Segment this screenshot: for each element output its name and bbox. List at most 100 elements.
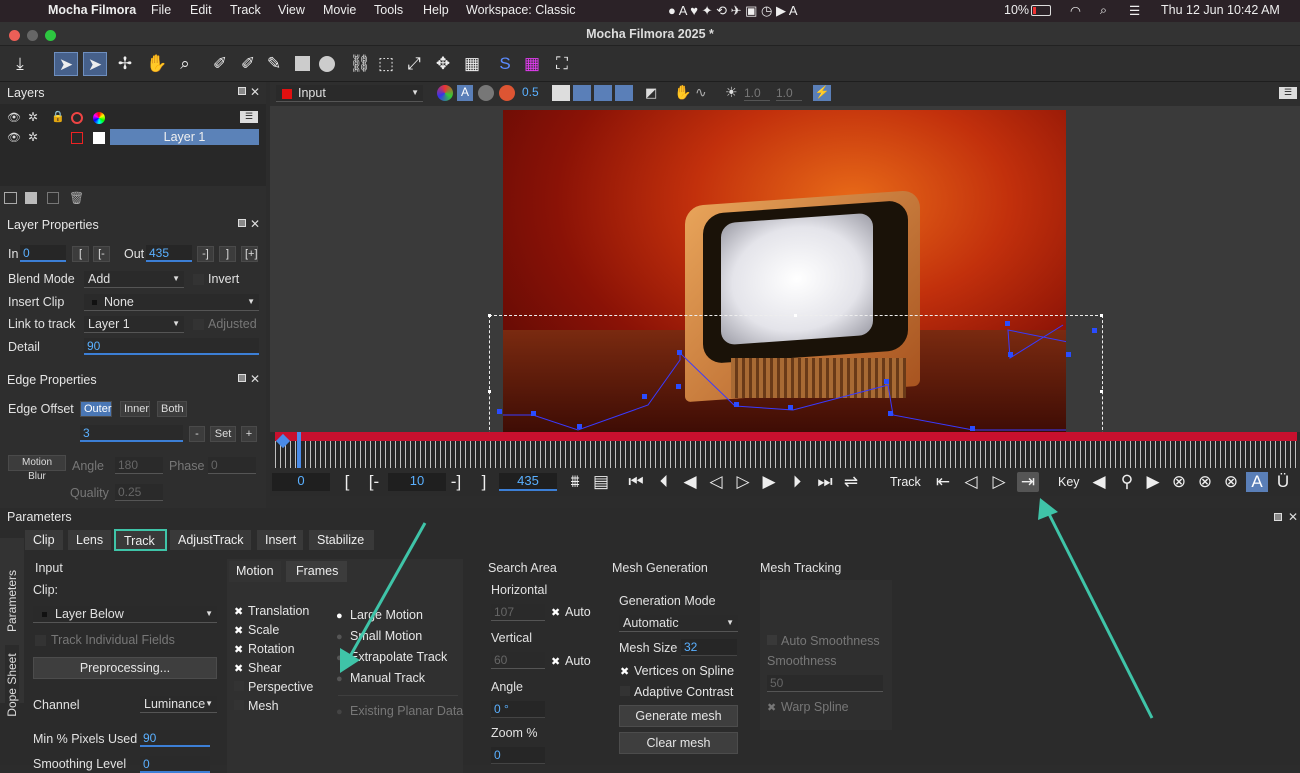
- export-icon[interactable]: ⤓: [8, 52, 32, 76]
- menu-file[interactable]: File: [151, 3, 171, 17]
- stabilize-icon[interactable]: ∿: [695, 84, 707, 101]
- playhead[interactable]: [297, 432, 301, 468]
- wifi-icon[interactable]: ◠: [1070, 3, 1081, 18]
- overlay-icon[interactable]: [478, 85, 494, 101]
- side-tab-parameters[interactable]: Parameters: [5, 561, 19, 641]
- select-points-tool-icon[interactable]: ➤: [83, 52, 107, 76]
- prev-key-button[interactable]: ◀: [1088, 472, 1110, 492]
- float-icon[interactable]: [238, 87, 246, 95]
- rotation-checkbox[interactable]: ✖ Rotation: [234, 642, 295, 656]
- range-button[interactable]: [+]: [241, 246, 258, 262]
- bezier-tool-icon[interactable]: ✐: [236, 52, 260, 76]
- track-fields-checkbox[interactable]: [35, 635, 46, 646]
- alpha-icon[interactable]: A: [457, 85, 473, 101]
- close-icon[interactable]: ✕: [250, 372, 260, 386]
- gamma-field[interactable]: 1.0: [776, 86, 802, 101]
- eye-icon[interactable]: 👁: [7, 131, 21, 144]
- mesh-checkbox[interactable]: Mesh: [234, 699, 279, 713]
- insert-clip-select[interactable]: None: [84, 294, 259, 311]
- menu-edit[interactable]: Edit: [190, 3, 212, 17]
- edge-offset-field[interactable]: 3: [80, 425, 183, 442]
- circle-tool-icon[interactable]: [315, 52, 339, 76]
- min-pixels-field[interactable]: 90: [140, 730, 210, 747]
- menu-view[interactable]: View: [278, 3, 305, 17]
- grid-overlay-icon[interactable]: ▦: [520, 52, 544, 76]
- gear-icon[interactable]: ✲: [28, 110, 38, 124]
- vertical-field[interactable]: 60: [491, 652, 545, 669]
- pen-tool-icon[interactable]: ✎: [262, 52, 286, 76]
- track-backwards-button[interactable]: ⇤: [932, 472, 954, 492]
- gear-icon[interactable]: ✲: [28, 130, 38, 144]
- adjusted-checkbox[interactable]: [193, 319, 204, 330]
- menu-tools[interactable]: Tools: [374, 3, 403, 17]
- set-in-point-button[interactable]: [: [336, 472, 358, 492]
- set-in-button[interactable]: [: [72, 246, 89, 262]
- small-motion-radio[interactable]: ● Small Motion: [336, 629, 422, 643]
- horizontal-auto-checkbox[interactable]: ✖ Auto: [551, 605, 591, 619]
- viewer-canvas[interactable]: [270, 106, 1300, 432]
- layers-menu-icon[interactable]: ☰: [240, 111, 258, 123]
- float-icon[interactable]: [238, 219, 246, 227]
- large-motion-radio[interactable]: ● Large Motion: [336, 608, 423, 622]
- tab-lens[interactable]: Lens: [67, 529, 112, 551]
- prev-keyframe-button[interactable]: ⏴: [653, 472, 675, 492]
- preprocessing-button[interactable]: Preprocessing...: [33, 657, 217, 679]
- tab-frames[interactable]: Frames: [286, 561, 347, 582]
- menu-movie[interactable]: Movie: [323, 3, 356, 17]
- adaptive-contrast-checkbox[interactable]: Adaptive Contrast: [620, 685, 733, 699]
- tab-stabilize[interactable]: Stabilize: [308, 529, 375, 551]
- search-icon[interactable]: ⌕: [1100, 3, 1107, 18]
- in-field[interactable]: 0: [20, 245, 66, 262]
- generate-mesh-button[interactable]: Generate mesh: [619, 705, 738, 727]
- select-tool-icon[interactable]: ➤: [54, 52, 78, 76]
- layer-name[interactable]: Layer 1: [110, 129, 259, 145]
- out-field[interactable]: 435: [146, 245, 192, 262]
- layer-outline-icon[interactable]: [573, 85, 591, 101]
- set-out-button[interactable]: ]: [219, 246, 236, 262]
- warp-spline-checkbox[interactable]: ✖ Warp Spline: [767, 700, 849, 714]
- track-back-frame-button[interactable]: ◁: [960, 472, 982, 492]
- go-out-button[interactable]: -]: [197, 246, 214, 262]
- tab-motion[interactable]: Motion: [229, 561, 281, 582]
- current-frame-field[interactable]: 0: [272, 473, 330, 491]
- zoom-field[interactable]: 0: [491, 747, 545, 764]
- extrapolate-track-radio[interactable]: ● Extrapolate Track: [336, 650, 447, 664]
- shear-checkbox[interactable]: ✖ Shear: [234, 661, 281, 675]
- tab-track[interactable]: Track: [114, 529, 167, 551]
- in-frame-field[interactable]: 10: [388, 473, 446, 491]
- link-icon[interactable]: ⛓: [348, 52, 372, 76]
- set-out-point-button[interactable]: ]: [473, 472, 495, 492]
- go-to-in-button[interactable]: [-: [363, 472, 385, 492]
- view-mode-icon[interactable]: [552, 85, 570, 101]
- merge-icon[interactable]: [47, 192, 59, 204]
- layer-row[interactable]: 👁 ✲ Layer 1: [0, 129, 266, 147]
- track-forwards-button[interactable]: ⇥: [1017, 472, 1039, 492]
- clock[interactable]: Thu 12 Jun 10:42 AM: [1161, 3, 1280, 17]
- close-icon[interactable]: ✕: [250, 85, 260, 99]
- invert-checkbox[interactable]: [193, 274, 204, 285]
- zoom-timeline-icon[interactable]: ⩩: [564, 472, 586, 492]
- blend-mode-select[interactable]: Add: [84, 271, 184, 288]
- go-in-button[interactable]: [-: [93, 246, 110, 262]
- out-frame-field[interactable]: 435: [499, 473, 557, 491]
- existing-planar-data-radio[interactable]: ● Existing Planar Data: [336, 704, 463, 718]
- transform-icon[interactable]: ⤢: [402, 52, 426, 76]
- add-point-tool-icon[interactable]: ✢: [113, 52, 137, 76]
- side-tab-dope-sheet[interactable]: Dope Sheet: [5, 645, 19, 725]
- vertices-on-spline-checkbox[interactable]: ✖ Vertices on Spline: [620, 664, 734, 678]
- unlink-button[interactable]: Ü: [1272, 472, 1294, 492]
- decrement-button[interactable]: -: [189, 426, 205, 442]
- play-backwards-button[interactable]: ◀: [679, 472, 701, 492]
- mesh-size-field[interactable]: 32: [681, 639, 737, 656]
- close-icon[interactable]: ✕: [250, 217, 260, 231]
- both-button[interactable]: Both: [157, 401, 187, 417]
- step-forward-button[interactable]: ▷: [732, 472, 754, 492]
- close-icon[interactable]: ✕: [1288, 510, 1298, 524]
- angle-field[interactable]: 180: [115, 457, 163, 474]
- grid-icon[interactable]: ▦: [460, 52, 484, 76]
- control-center-icon[interactable]: ☰: [1129, 3, 1140, 18]
- float-icon[interactable]: [238, 374, 246, 382]
- surface-icon[interactable]: S: [493, 52, 517, 76]
- phase-field[interactable]: 0: [208, 457, 256, 474]
- track-forward-frame-button[interactable]: ▷: [988, 472, 1010, 492]
